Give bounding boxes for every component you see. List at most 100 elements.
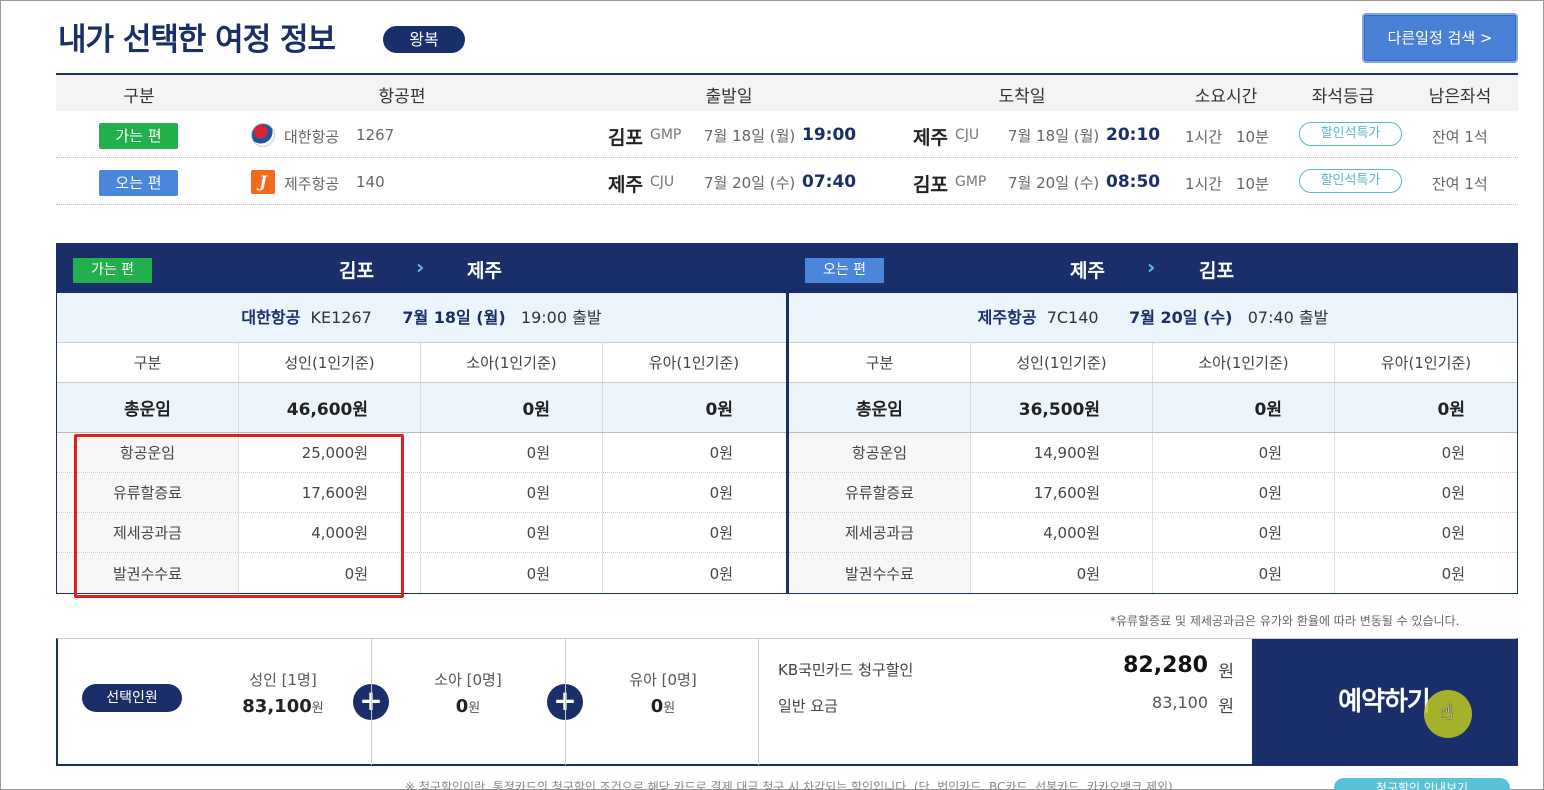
other-schedule-search-button[interactable]: 다른일정 검색 > xyxy=(1362,13,1518,63)
child-label: 소아 [0명] xyxy=(434,671,502,689)
row-infant: 0원 xyxy=(1441,564,1465,583)
summary-row-return: 오는 편 J 제주항공 140 제주 CJU 7월 20일 (수) 07:40 … xyxy=(56,158,1518,205)
outbound-badge: 가는 편 xyxy=(99,123,178,149)
row-child: 0원 xyxy=(421,553,603,593)
route-arrow-icon: › xyxy=(1147,255,1156,279)
th-child: 소아(1인기준) xyxy=(421,343,603,382)
departure-date: 7월 18일 (월) xyxy=(704,127,796,145)
panel-flight-info: 제주항공 7C140 7월 20일 (수) 07:40 출발 xyxy=(789,293,1517,343)
normal-fare-label: 일반 요금 xyxy=(778,697,838,715)
flight-number: 140 xyxy=(356,173,385,191)
row-adult: 4,000원 xyxy=(971,513,1153,552)
th-adult: 성인(1인기준) xyxy=(239,343,421,382)
row-child: 0원 xyxy=(421,433,603,472)
fare-table-header: 구분 성인(1인기준) 소아(1인기준) 유아(1인기준) xyxy=(57,343,786,383)
col-seat-class: 좌석등급 xyxy=(1311,87,1375,107)
total-adult: 46,600원 xyxy=(239,383,421,432)
departure-city: 제주 xyxy=(608,174,643,196)
arrival-date: 7월 20일 (수) xyxy=(1008,174,1100,192)
infant-count: 유아 [0명] 0원 xyxy=(608,669,718,717)
arrival-date: 7월 18일 (월) xyxy=(1008,127,1100,145)
infant-amount: 0 xyxy=(650,696,664,717)
col-flight: 항공편 xyxy=(378,87,426,107)
row-infant: 0원 xyxy=(1441,524,1465,542)
row-label: 발권수수료 xyxy=(789,553,971,593)
panel-depart-time: 19:00 출발 xyxy=(520,308,602,327)
normal-fare-price: 83,100 xyxy=(1152,693,1208,712)
fare-table-header: 구분 성인(1인기준) 소아(1인기준) 유아(1인기준) xyxy=(789,343,1517,383)
row-child: 0원 xyxy=(1153,433,1335,472)
table-row: 유류할증료 17,600원 0원 0원 xyxy=(789,473,1517,513)
summary-row-outbound: 가는 편 대한항공 1267 김포 GMP 7월 18일 (월) 19:00 제… xyxy=(56,111,1518,158)
page-title: 내가 선택한 여정 정보 xyxy=(58,22,336,58)
seat-class-badge: 할인석특가 xyxy=(1299,169,1402,193)
duration-minutes: 10분 xyxy=(1236,175,1269,193)
panel-header: 오는 편 제주 › 김포 xyxy=(789,243,1517,293)
total-label: 총운임 xyxy=(789,383,971,432)
row-label: 항공운임 xyxy=(789,433,971,472)
panel-flight-info: 대한항공 KE1267 7월 18일 (월) 19:00 출발 xyxy=(57,293,786,343)
hand-cursor-icon: ☝ xyxy=(1440,700,1454,725)
currency-unit: 원 xyxy=(468,701,481,716)
currency-unit: 원 xyxy=(663,701,676,716)
panel-flight-code: KE1267 xyxy=(310,308,372,327)
th-type: 구분 xyxy=(789,343,971,382)
divider xyxy=(758,639,759,765)
table-row: 발권수수료 0원 0원 0원 xyxy=(789,553,1517,593)
total-infant: 0원 xyxy=(705,400,733,420)
departure-city: 김포 xyxy=(608,127,643,149)
adult-amount: 83,100 xyxy=(242,696,312,717)
panel-from-city: 제주 xyxy=(1070,260,1105,282)
booking-summary-bar: 선택인원 성인 [1명] 83,100원 + 소아 [0명] 0원 + 유아 [… xyxy=(56,638,1518,766)
departure-time: 07:40 xyxy=(802,172,857,192)
row-child: 0원 xyxy=(421,513,603,552)
row-label: 유류할증료 xyxy=(789,473,971,512)
arrival-code: CJU xyxy=(955,127,980,143)
return-badge: 오는 편 xyxy=(805,258,884,283)
divider xyxy=(565,639,566,765)
route-arrow-icon: › xyxy=(416,255,425,279)
total-infant: 0원 xyxy=(1437,400,1465,420)
col-departure: 출발일 xyxy=(705,87,753,107)
row-child: 0원 xyxy=(1153,473,1335,512)
panel-to-city: 김포 xyxy=(1199,260,1234,282)
col-duration: 소요시간 xyxy=(1194,87,1258,107)
row-infant: 0원 xyxy=(709,524,733,542)
row-infant: 0원 xyxy=(1441,444,1465,462)
arrival-code: GMP xyxy=(955,174,987,190)
panel-flight-code: 7C140 xyxy=(1046,308,1099,327)
airline-name: 대한항공 xyxy=(284,128,340,146)
total-fare-row: 총운임 36,500원 0원 0원 xyxy=(789,383,1517,433)
remaining-seats: 잔여 1석 xyxy=(1432,175,1488,193)
panel-date: 7월 18일 (월) xyxy=(402,308,506,327)
departure-time: 19:00 xyxy=(802,125,857,145)
departure-date: 7월 20일 (수) xyxy=(704,174,796,192)
reserve-button[interactable]: 예약하기 xyxy=(1252,639,1516,765)
th-infant: 유아(1인기준) xyxy=(648,354,740,372)
arrival-time: 08:50 xyxy=(1106,172,1161,192)
col-type: 구분 xyxy=(123,87,155,107)
jeju-air-logo-icon: J xyxy=(251,170,275,194)
adult-count: 성인 [1명] 83,100원 xyxy=(228,669,338,717)
row-infant: 0원 xyxy=(709,564,733,583)
selected-passengers-badge: 선택인원 xyxy=(82,684,182,712)
kb-card-price: 82,280 xyxy=(1123,653,1208,678)
col-arrival: 도착일 xyxy=(998,87,1046,107)
red-highlight-box xyxy=(74,434,404,598)
col-remaining-seats: 남은좌석 xyxy=(1428,87,1492,107)
row-infant: 0원 xyxy=(709,444,733,462)
total-child: 0원 xyxy=(421,383,603,432)
duration-hours: 1시간 xyxy=(1185,128,1223,146)
billing-discount-info-button[interactable]: 청구할인 안내보기 xyxy=(1334,778,1510,790)
row-child: 0원 xyxy=(1153,513,1335,552)
trip-type-badge: 왕복 xyxy=(383,26,465,53)
infant-label: 유아 [0명] xyxy=(629,671,697,689)
summary-header: 구분 항공편 출발일 도착일 소요시간 좌석등급 남은좌석 xyxy=(56,75,1518,111)
fuel-surcharge-note: *유류할증료 및 제세공과금은 유가와 환율에 따라 변동될 수 있습니다. xyxy=(1110,614,1460,628)
panel-from-city: 김포 xyxy=(339,260,374,282)
panel-header: 가는 편 김포 › 제주 xyxy=(57,243,786,293)
panel-airline: 제주항공 xyxy=(977,308,1037,327)
return-badge: 오는 편 xyxy=(99,170,178,196)
departure-code: GMP xyxy=(650,127,682,143)
arrival-time: 20:10 xyxy=(1106,125,1161,145)
